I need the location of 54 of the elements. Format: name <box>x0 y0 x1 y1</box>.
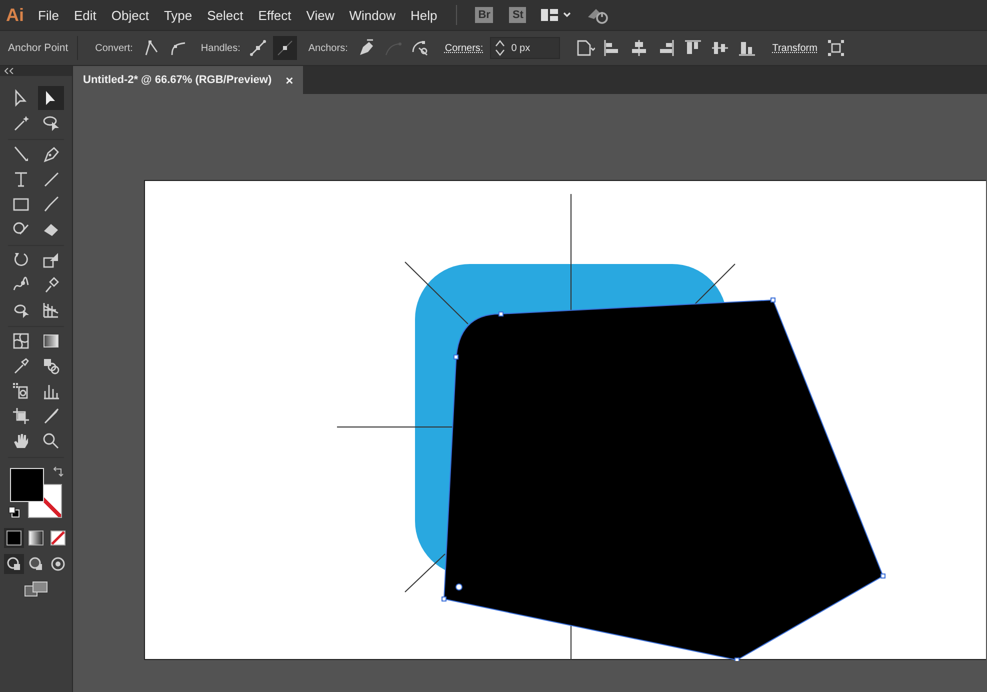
grid-icon <box>41 300 61 320</box>
menu-item[interactable]: Effect <box>258 8 292 22</box>
menu-item[interactable]: Edit <box>74 8 96 22</box>
guide-line <box>404 554 446 592</box>
menu-item[interactable]: Type <box>164 8 192 22</box>
blend-icon <box>41 356 61 376</box>
document-tab[interactable]: Untitled-2* @ 66.67% (RGB/Preview) × <box>73 66 304 94</box>
swap-icon[interactable] <box>52 466 64 478</box>
color-mode-button[interactable] <box>4 528 24 548</box>
control-label: Handles: <box>200 42 240 54</box>
app-badge[interactable]: Br <box>475 7 494 23</box>
toolbar-button[interactable] <box>273 36 298 60</box>
screen-mode-icon[interactable] <box>23 580 49 598</box>
menu-item[interactable]: View <box>306 8 334 22</box>
default-colors-icon[interactable] <box>8 506 20 518</box>
panel-link[interactable]: Corners: <box>444 42 484 54</box>
none-swatch-icon <box>49 529 67 547</box>
draw-mode-icon <box>49 555 67 573</box>
menu-item[interactable]: Help <box>410 8 438 22</box>
frame-icon <box>826 38 846 58</box>
collapse-icon[interactable] <box>4 68 14 74</box>
hand-icon <box>11 431 31 451</box>
menu-item[interactable]: Window <box>349 8 396 22</box>
menu-item[interactable]: Select <box>207 8 244 22</box>
app-logo: Ai <box>6 4 24 26</box>
color-swatch-icon <box>5 529 23 547</box>
search-icon <box>41 431 61 451</box>
draw-mode-button[interactable] <box>4 554 24 574</box>
guide-line <box>694 264 736 304</box>
menu-item[interactable]: Object <box>111 8 149 22</box>
handles-icon <box>275 38 296 58</box>
gradient-swatch-icon <box>27 529 45 547</box>
artboard-icon <box>11 406 31 426</box>
document-icon <box>575 38 596 58</box>
close-tab-button[interactable]: × <box>286 72 294 88</box>
control-label: Anchors: <box>308 42 348 54</box>
app-badge[interactable]: St <box>509 7 526 23</box>
draw-mode-icon <box>5 555 23 573</box>
corner-radius-field[interactable]: 0 px <box>490 37 560 59</box>
menu-item[interactable]: File <box>38 8 59 22</box>
scissors-path-icon <box>410 38 430 58</box>
color-mode-button[interactable] <box>48 528 68 548</box>
control-label: Convert: <box>95 42 133 54</box>
mesh-icon <box>11 331 31 351</box>
handles-icon <box>248 38 268 58</box>
tool-button[interactable] <box>38 86 64 110</box>
guide-line <box>404 262 468 324</box>
stepper-icon <box>495 39 506 57</box>
color-mode-button[interactable] <box>26 528 46 548</box>
draw-mode-icon <box>27 555 45 573</box>
panel-link[interactable]: Transform <box>772 42 818 54</box>
selected-polygon-shape[interactable] <box>442 298 886 661</box>
tool-name: Anchor Point <box>8 42 68 54</box>
fill-stroke-swatches[interactable] <box>10 468 62 518</box>
